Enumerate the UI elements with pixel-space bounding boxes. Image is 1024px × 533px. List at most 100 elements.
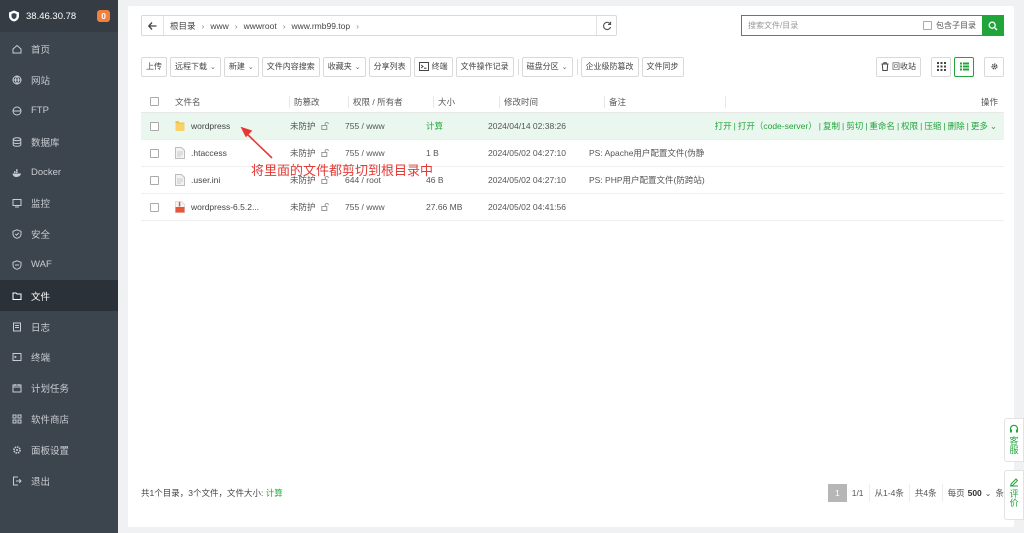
file-name-cell[interactable]: wordpress <box>171 120 290 132</box>
chevron-down-icon: ⌄ <box>354 63 361 71</box>
sidebar-item[interactable]: 监控 <box>0 188 118 219</box>
row-checkbox[interactable] <box>141 121 171 131</box>
op-log-label: 文件操作记录 <box>460 62 509 71</box>
row-checkbox[interactable] <box>141 175 171 185</box>
sidebar-item[interactable]: Docker <box>0 157 118 188</box>
notification-badge[interactable]: 0 <box>97 10 110 22</box>
col-mtime[interactable]: 修改时间 <box>504 95 605 108</box>
sidebar-item[interactable]: FTP <box>0 96 118 127</box>
content-search-button[interactable]: 文件内容搜索 <box>261 56 320 77</box>
row-checkbox[interactable] <box>141 148 171 158</box>
sidebar-item[interactable]: 日志 <box>0 311 118 342</box>
sidebar-item[interactable]: 退出 <box>0 465 118 496</box>
perm-cell[interactable]: 755 / www <box>345 202 426 212</box>
perm-cell[interactable]: 755 / www <box>345 121 426 131</box>
recycle-bin-button[interactable]: 回收站 <box>876 56 921 77</box>
row-action-link[interactable]: 权限 <box>901 121 918 131</box>
file-name[interactable]: .user.ini <box>191 175 220 185</box>
tamper-button[interactable]: 企业级防篡改 <box>580 56 639 77</box>
docker-icon <box>12 168 22 178</box>
remote-download-button[interactable]: 远程下载 ⌄ <box>170 56 221 77</box>
file-name[interactable]: wordpress <box>191 121 230 131</box>
list-view-button[interactable] <box>954 56 974 77</box>
review-float[interactable]: 评价 <box>1004 470 1024 520</box>
size-cell[interactable]: 计算 <box>426 120 488 132</box>
protect-cell: 未防护 <box>290 120 345 132</box>
col-name[interactable]: 文件名 <box>171 95 290 108</box>
note-cell[interactable]: PS: PHP用户配置文件(防跨站) <box>589 174 706 186</box>
sidebar-item[interactable]: 数据库 <box>0 126 118 157</box>
share-list-button[interactable]: 分享列表 <box>368 56 411 77</box>
perm-cell[interactable]: 755 / www <box>345 148 426 158</box>
per-page-select[interactable]: 每页 500 ⌄ 条 <box>948 487 1004 499</box>
row-action-link[interactable]: 打开（code-server） <box>738 121 817 131</box>
path-bar[interactable]: 根目录 › www › wwwroot › www.rmb99.top › <box>141 15 617 36</box>
include-subdir-checkbox[interactable]: 包含子目录 <box>923 20 976 31</box>
favorites-label: 收藏夹 <box>327 62 352 71</box>
row-action-link[interactable]: 复制 <box>823 121 840 131</box>
breadcrumb-item[interactable]: wwwroot <box>244 21 277 31</box>
breadcrumb-item[interactable]: 根目录 <box>170 20 196 32</box>
col-size[interactable]: 大小 <box>438 95 500 108</box>
home-icon <box>12 44 22 54</box>
row-action-link[interactable]: 剪切 <box>846 121 863 131</box>
checkbox-icon <box>923 21 932 30</box>
gear-icon <box>990 63 998 70</box>
settings-button[interactable] <box>984 56 1004 77</box>
file-name[interactable]: .htaccess <box>191 148 227 158</box>
terminal-button[interactable]: 终端 <box>413 56 453 77</box>
unlock-icon[interactable] <box>320 122 329 130</box>
sidebar-item[interactable]: 终端 <box>0 342 118 373</box>
sidebar-item[interactable]: 计划任务 <box>0 373 118 404</box>
sidebar-item[interactable]: 文件 <box>0 280 118 312</box>
upload-label: 上传 <box>146 62 162 71</box>
row-action-link[interactable]: 压缩 <box>924 121 941 131</box>
table-row[interactable]: wordpress-6.5.2... 未防护 755 / www 27.66 MB 20… <box>141 194 1004 221</box>
sidebar-item[interactable]: 网站 <box>0 65 118 96</box>
calc-size-link[interactable]: 计算 <box>266 488 283 498</box>
sidebar-item[interactable]: WAF <box>0 250 118 281</box>
disk-button[interactable]: 磁盘分区 ⌄ <box>521 56 573 77</box>
page-current[interactable]: 1 <box>827 484 847 502</box>
file-name-cell[interactable]: wordpress-6.5.2... <box>171 201 290 213</box>
arrow-left-icon <box>148 21 157 30</box>
new-button[interactable]: 新建 ⌄ <box>223 56 259 77</box>
breadcrumb-item[interactable]: www.rmb99.top <box>292 21 351 31</box>
search-icon <box>988 21 998 30</box>
refresh-button[interactable] <box>596 16 616 35</box>
sidebar-item[interactable]: 面板设置 <box>0 434 118 465</box>
log-icon <box>12 322 22 332</box>
row-action-link[interactable]: 更多 <box>971 121 988 131</box>
unlock-icon[interactable] <box>320 149 329 157</box>
search-input[interactable]: 搜索文件/目录 包含子目录 <box>741 15 982 36</box>
row-action-link[interactable]: 删除 <box>948 121 965 131</box>
back-button[interactable] <box>142 16 164 35</box>
op-log-button[interactable]: 文件操作记录 <box>455 56 514 77</box>
chevron-right-icon: › <box>356 20 359 31</box>
sidebar-item[interactable]: 首页 <box>0 34 118 65</box>
sidebar-item-label: 软件商店 <box>31 414 70 426</box>
select-all-checkbox[interactable] <box>141 97 171 106</box>
note-cell[interactable]: PS: Apache用户配置文件(伪静 <box>589 147 706 159</box>
grid-view-button[interactable] <box>931 56 951 77</box>
row-checkbox[interactable] <box>141 202 171 212</box>
table-row[interactable]: wordpress 未防护 755 / www 计算 2024/04/14 02:38:… <box>141 113 1004 140</box>
file-name[interactable]: wordpress-6.5.2... <box>191 202 259 212</box>
breadcrumb-item[interactable]: www <box>210 21 228 31</box>
unlock-icon[interactable] <box>320 203 329 211</box>
sidebar-item[interactable]: 安全 <box>0 219 118 250</box>
service-float[interactable]: 客服 <box>1004 418 1024 462</box>
row-action-link[interactable]: 打开 <box>715 121 732 131</box>
sync-button[interactable]: 文件同步 <box>641 56 684 77</box>
per-page-value: 500 <box>967 488 982 498</box>
sidebar-item[interactable]: 软件商店 <box>0 404 118 435</box>
row-action-link[interactable]: 重命名 <box>869 121 895 131</box>
chevron-down-icon: ⌄ <box>247 63 254 71</box>
page-count: 共4条 <box>910 484 943 502</box>
grid-icon <box>936 62 946 71</box>
upload-button[interactable]: 上传 <box>141 56 167 77</box>
file-name-cell[interactable]: .htaccess <box>171 147 290 159</box>
sidebar-item-label: Docker <box>31 167 62 179</box>
search-button[interactable] <box>982 15 1004 36</box>
favorites-button[interactable]: 收藏夹 ⌄ <box>322 56 366 77</box>
